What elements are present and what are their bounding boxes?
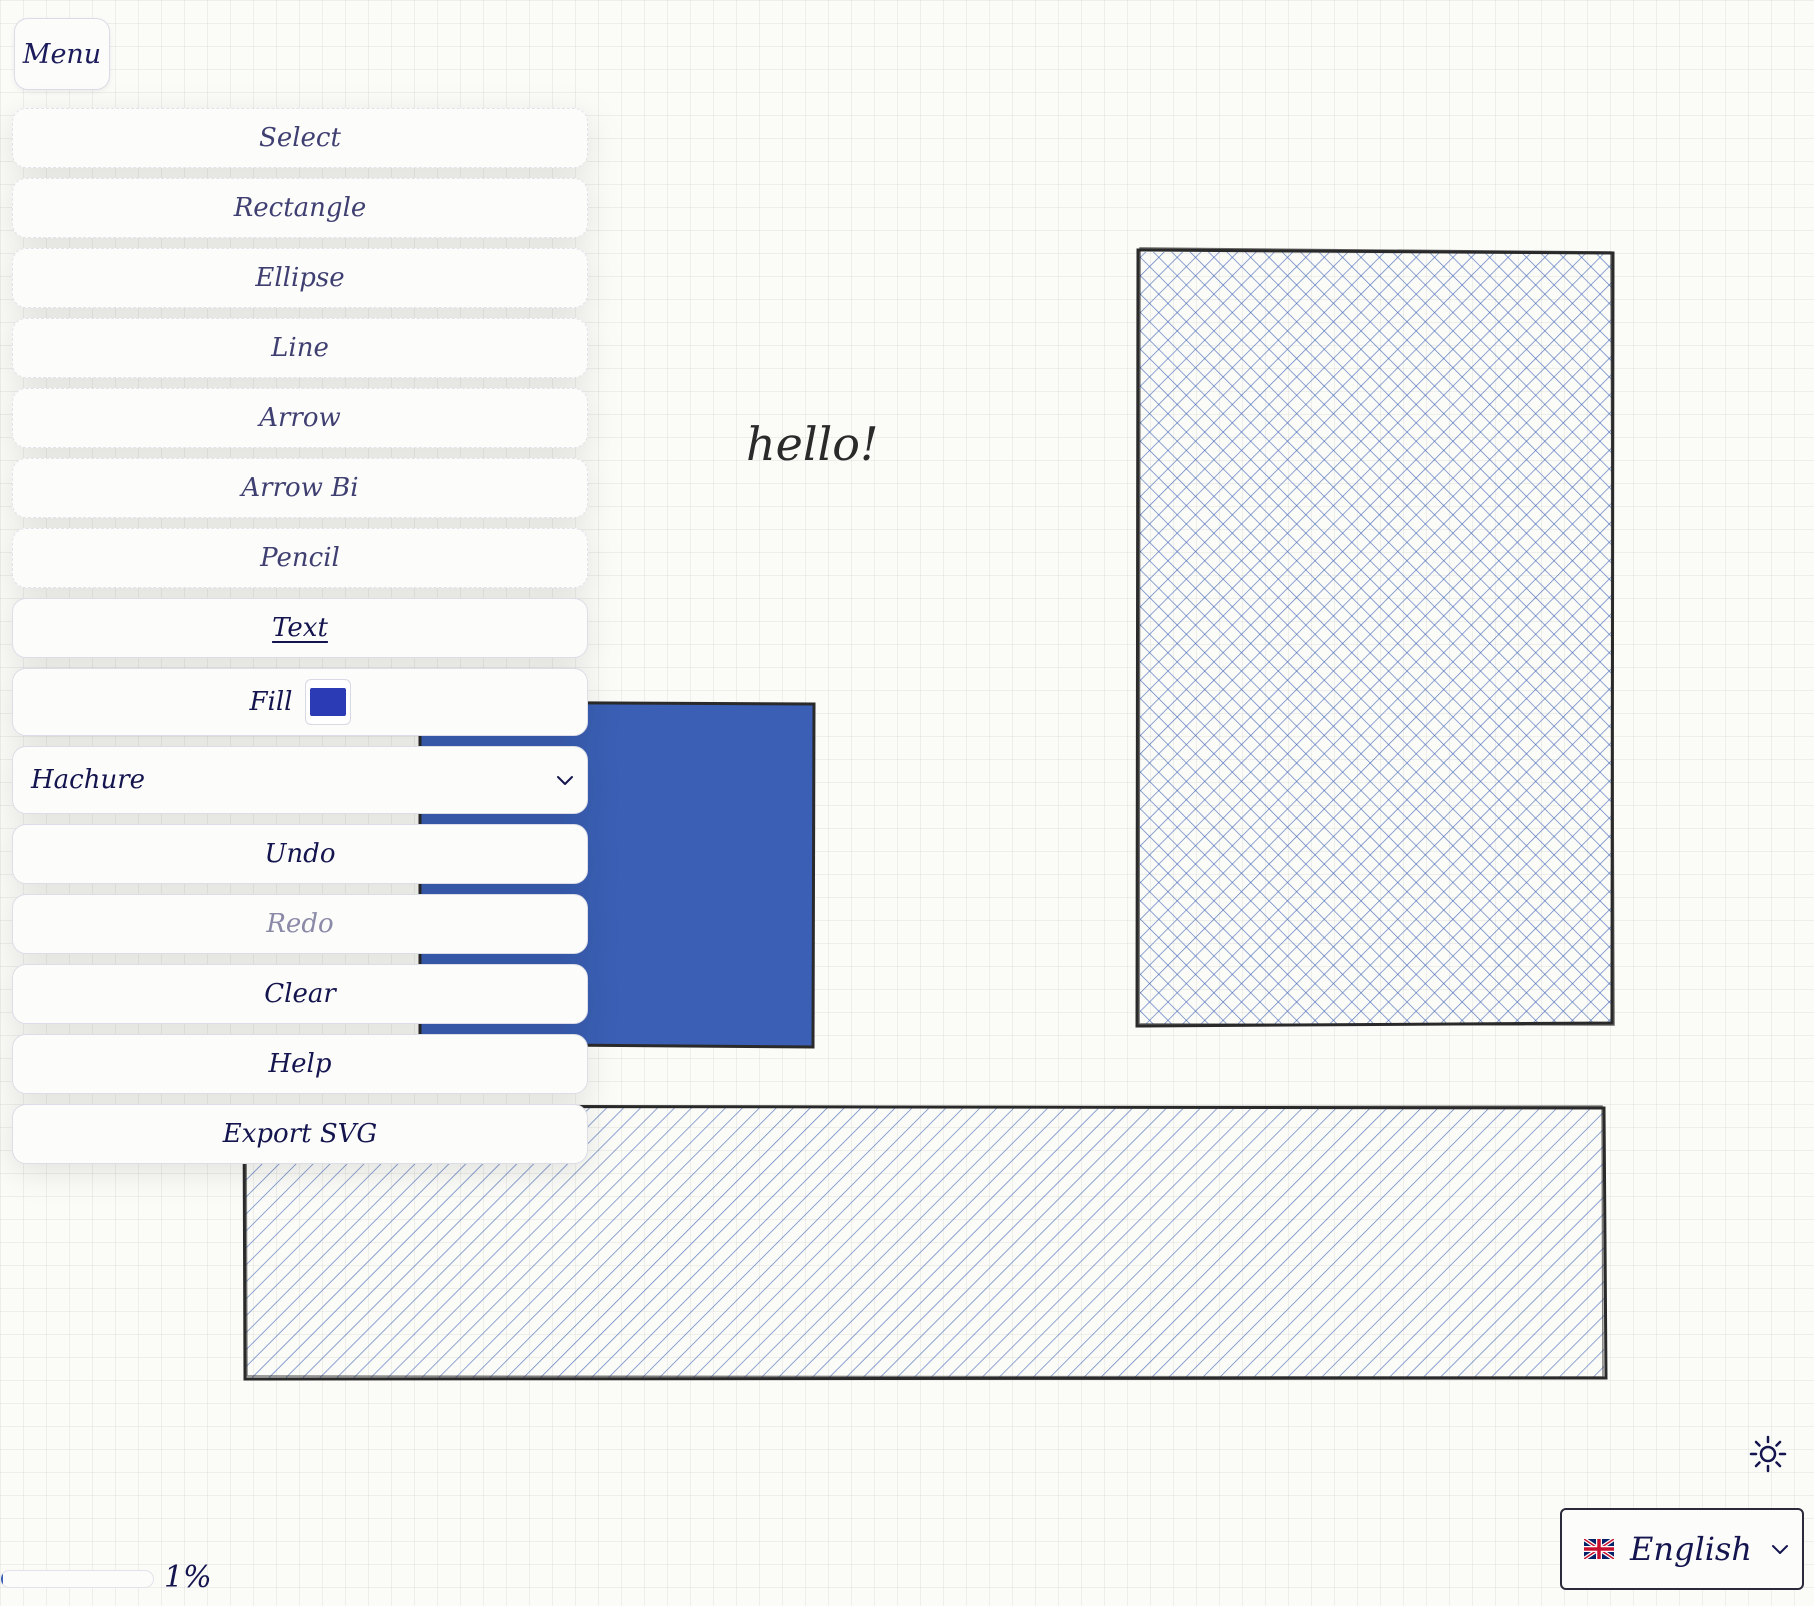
chevron-down-icon <box>1772 1545 1788 1554</box>
fill-color-picker[interactable] <box>304 679 351 725</box>
tool-rectangle-button[interactable]: Rectangle <box>12 178 588 238</box>
tool-select-button[interactable]: Select <box>12 108 588 168</box>
tool-label: Pencil <box>260 543 340 573</box>
tool-label: Line <box>271 333 329 363</box>
undo-button[interactable]: Undo <box>12 824 588 884</box>
clear-button[interactable]: Clear <box>12 964 588 1024</box>
tool-label: Rectangle <box>233 193 367 223</box>
tool-label: Text <box>272 613 328 643</box>
progress-bar <box>0 1570 154 1588</box>
tool-ellipse-button[interactable]: Ellipse <box>12 248 588 308</box>
tool-label: Ellipse <box>255 263 345 293</box>
menu-button-label: Menu <box>22 38 102 70</box>
help-button[interactable]: Help <box>12 1034 588 1094</box>
action-label: Undo <box>264 839 336 869</box>
tool-label: Arrow <box>259 403 341 433</box>
tool-line-button[interactable]: Line <box>12 318 588 378</box>
sun-icon <box>1749 1435 1787 1473</box>
theme-toggle-button[interactable] <box>1746 1432 1790 1476</box>
fill-control: Fill <box>12 668 588 736</box>
tool-panel: Select Rectangle Ellipse Line Arrow Arro… <box>12 108 588 1164</box>
progress-label: 1% <box>164 1560 212 1595</box>
tool-label: Select <box>259 123 341 153</box>
redo-button[interactable]: Redo <box>12 894 588 954</box>
export-svg-button[interactable]: Export SVG <box>12 1104 588 1164</box>
fill-style-value: Hachure <box>31 765 146 795</box>
tool-pencil-button[interactable]: Pencil <box>12 528 588 588</box>
canvas-text-hello[interactable]: hello! <box>746 417 878 471</box>
language-select[interactable]: English <box>1560 1508 1804 1590</box>
fill-color-swatch <box>309 688 346 716</box>
tool-text-button[interactable]: Text <box>12 598 588 658</box>
fill-label: Fill <box>249 687 293 717</box>
uk-flag-icon <box>1584 1539 1614 1559</box>
action-label: Redo <box>266 909 334 939</box>
fill-style-select[interactable]: Hachure <box>12 746 588 814</box>
language-label: English <box>1630 1530 1752 1568</box>
tool-arrow-bi-button[interactable]: Arrow Bi <box>12 458 588 518</box>
action-label: Help <box>268 1049 332 1079</box>
menu-button[interactable]: Menu <box>14 18 110 90</box>
progress-fill <box>1 1571 3 1587</box>
action-label: Export SVG <box>222 1119 378 1149</box>
tool-label: Arrow Bi <box>241 473 359 503</box>
action-label: Clear <box>264 979 336 1009</box>
crosshatch-rectangle[interactable] <box>1135 247 1615 1028</box>
chevron-down-icon <box>557 776 573 785</box>
tool-arrow-button[interactable]: Arrow <box>12 388 588 448</box>
